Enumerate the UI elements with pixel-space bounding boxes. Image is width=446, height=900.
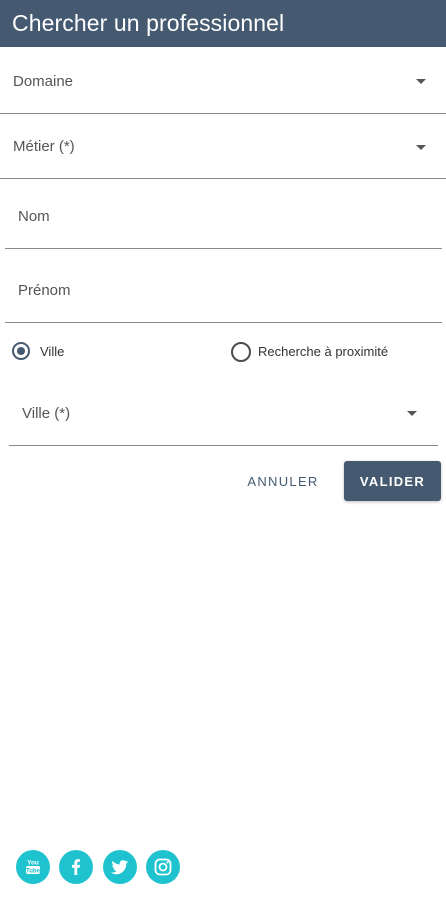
- instagram-icon: [154, 858, 172, 876]
- prenom-input[interactable]: Prénom: [5, 249, 442, 323]
- facebook-button[interactable]: [59, 850, 93, 884]
- domaine-select[interactable]: Domaine: [0, 48, 446, 114]
- metier-placeholder: Métier (*): [13, 138, 75, 155]
- radio-ville[interactable]: Ville: [10, 340, 130, 364]
- svg-text:Tube: Tube: [26, 868, 41, 874]
- metier-select[interactable]: Métier (*): [0, 114, 446, 179]
- prenom-placeholder: Prénom: [18, 282, 71, 299]
- chevron-down-icon: [416, 145, 426, 150]
- youtube-button[interactable]: You Tube: [16, 850, 50, 884]
- domaine-placeholder: Domaine: [13, 73, 74, 90]
- radio-unchecked-icon: [231, 342, 251, 362]
- radio-ville-label: Ville: [40, 344, 65, 359]
- submit-button[interactable]: VALIDER: [344, 461, 441, 501]
- chevron-down-icon: [416, 79, 426, 84]
- page-title: Chercher un professionnel: [12, 10, 285, 36]
- radio-proximite[interactable]: Recherche à proximité: [229, 340, 429, 364]
- input-underline: [5, 322, 442, 323]
- svg-text:You: You: [27, 860, 39, 867]
- ville-select[interactable]: Ville (*): [9, 380, 438, 446]
- ville-placeholder: Ville (*): [22, 405, 71, 422]
- nom-placeholder: Nom: [18, 208, 50, 225]
- chevron-down-icon: [407, 411, 417, 416]
- divider: [9, 445, 438, 446]
- facebook-icon: [72, 859, 80, 875]
- twitter-button[interactable]: [103, 850, 137, 884]
- nom-input[interactable]: Nom: [5, 179, 442, 249]
- twitter-icon: [110, 860, 129, 875]
- app-bar: Chercher un professionnel: [0, 0, 446, 47]
- cancel-button[interactable]: ANNULER: [236, 462, 330, 500]
- instagram-button[interactable]: [146, 850, 180, 884]
- radio-proximite-label: Recherche à proximité: [258, 344, 389, 359]
- youtube-icon: You Tube: [26, 860, 41, 874]
- radio-checked-icon: [12, 342, 30, 360]
